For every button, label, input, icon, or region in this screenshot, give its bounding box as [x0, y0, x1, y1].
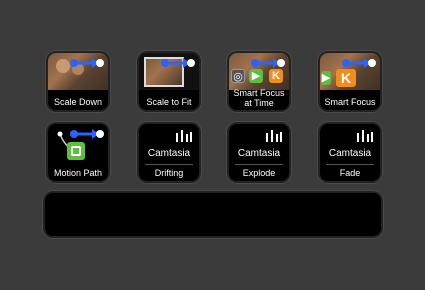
drift-bars-icon: [266, 130, 282, 142]
key-label: Smart Focus: [324, 97, 376, 107]
camtasia-brand: Camtasia: [147, 148, 191, 159]
touch-strip[interactable]: [45, 193, 381, 236]
divider: [326, 164, 374, 165]
key-drifting[interactable]: Camtasia Drifting: [139, 124, 199, 181]
divider: [145, 164, 193, 165]
key-smart-focus-at-time[interactable]: ◎ ▶ K Smart Focus at Time: [229, 53, 289, 110]
arrow-dot-icon: [161, 58, 195, 68]
drift-bars-icon: [176, 130, 192, 142]
camera-icon: ▶: [321, 71, 331, 85]
key-explode[interactable]: Camtasia Explode: [229, 124, 289, 181]
camera-icon: ▶: [249, 69, 263, 83]
key-label: Explode: [242, 168, 276, 178]
clock-icon: ◎: [231, 69, 245, 83]
divider: [235, 164, 283, 165]
key-smart-focus[interactable]: ▶ K Smart Focus: [320, 53, 380, 110]
key-label: Smart Focus at Time: [233, 88, 285, 108]
key-label: Fade: [339, 168, 361, 178]
key-label: Motion Path: [53, 168, 103, 178]
drift-bars-icon: [357, 130, 373, 142]
key-motion-path[interactable]: Motion Path: [48, 124, 108, 181]
key-label: Scale Down: [53, 97, 103, 107]
key-scale-to-fit[interactable]: Scale to Fit: [139, 53, 199, 110]
stream-deck-grid: Scale Down Scale to Fit ◎ ▶ K Smart Focu…: [0, 0, 425, 290]
arrow-dot-icon: [251, 58, 285, 68]
arrow-dot-icon: [342, 58, 376, 68]
key-fade[interactable]: Camtasia Fade: [320, 124, 380, 181]
clip-icon: [67, 142, 85, 160]
camtasia-brand: Camtasia: [237, 148, 281, 159]
k-icon: K: [269, 69, 283, 83]
key-scale-down[interactable]: Scale Down: [48, 53, 108, 110]
key-label: Drifting: [154, 168, 184, 178]
arrow-dot-icon: [70, 58, 104, 68]
key-label: Scale to Fit: [146, 97, 192, 107]
k-icon: K: [336, 69, 356, 87]
arrow-dot-icon: [70, 129, 104, 139]
camtasia-brand: Camtasia: [328, 148, 372, 159]
